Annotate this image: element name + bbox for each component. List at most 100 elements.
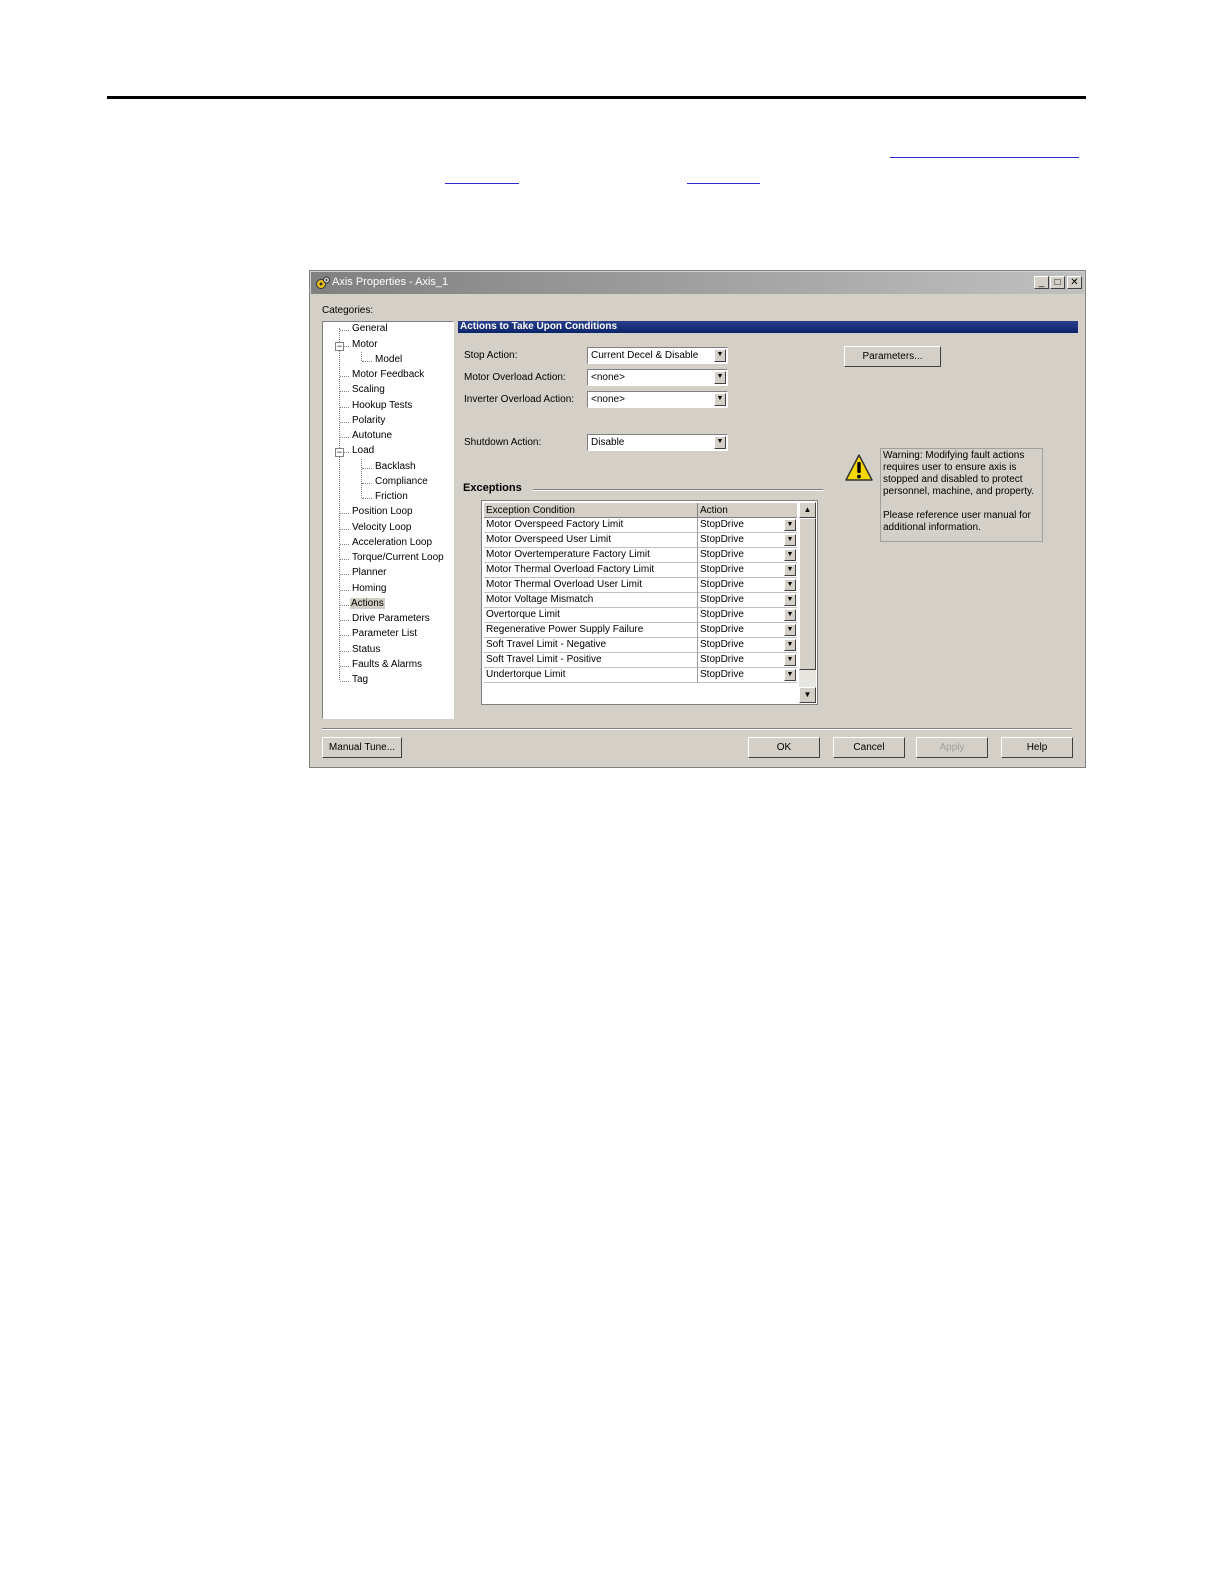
categories-tree[interactable]: − − General Motor Model Motor Feedback S… (322, 321, 454, 719)
tree-line (339, 328, 340, 680)
exception-condition: Motor Voltage Mismatch (486, 594, 594, 605)
table-row[interactable]: Motor Overtemperature Factory Limit Stop… (484, 548, 797, 563)
exception-action[interactable]: StopDrive (700, 549, 744, 560)
tree-item-model[interactable]: Model (375, 354, 402, 365)
tree-item-faults-alarms[interactable]: Faults & Alarms (352, 659, 422, 670)
manual-tune-button[interactable]: Manual Tune... (322, 737, 402, 758)
tree-item-velocity-loop[interactable]: Velocity Loop (352, 522, 412, 533)
shutdown-action-select[interactable]: Disable ▼ (587, 434, 728, 451)
exception-action[interactable]: StopDrive (700, 594, 744, 605)
dropdown-arrow-icon[interactable]: ▼ (784, 564, 796, 576)
tree-item-hookup-tests[interactable]: Hookup Tests (352, 400, 412, 411)
dropdown-arrow-icon[interactable]: ▼ (784, 624, 796, 636)
exception-action[interactable]: StopDrive (700, 519, 744, 530)
dropdown-arrow-icon[interactable]: ▼ (714, 371, 726, 384)
cancel-button[interactable]: Cancel (833, 737, 905, 758)
dropdown-arrow-icon[interactable]: ▼ (784, 609, 796, 621)
dropdown-arrow-icon[interactable]: ▼ (784, 669, 796, 681)
tree-item-actions[interactable]: Actions (350, 598, 385, 609)
dropdown-arrow-icon[interactable]: ▼ (714, 393, 726, 406)
tree-item-scaling[interactable]: Scaling (352, 384, 385, 395)
exception-condition: Motor Overtemperature Factory Limit (486, 549, 650, 560)
tree-item-parameter-list[interactable]: Parameter List (352, 628, 417, 639)
tree-item-polarity[interactable]: Polarity (352, 415, 385, 426)
hyperlink-underline[interactable] (687, 183, 760, 184)
exception-condition: Motor Thermal Overload Factory Limit (486, 564, 655, 575)
tree-item-friction[interactable]: Friction (375, 491, 408, 502)
tree-item-position-loop[interactable]: Position Loop (352, 506, 413, 517)
grid-header: Exception Condition Action (484, 503, 797, 518)
exception-action[interactable]: StopDrive (700, 669, 744, 680)
scroll-up-icon[interactable]: ▲ (799, 502, 816, 518)
inverter-overload-select[interactable]: <none> ▼ (587, 391, 728, 408)
table-row[interactable]: Motor Overspeed User Limit StopDrive ▼ (484, 533, 797, 548)
table-row[interactable]: Undertorque Limit StopDrive ▼ (484, 668, 797, 683)
button-separator (322, 728, 1072, 730)
hyperlink-underline[interactable] (445, 183, 519, 184)
tree-item-autotune[interactable]: Autotune (352, 430, 392, 441)
exception-action[interactable]: StopDrive (700, 564, 744, 575)
tree-item-general[interactable]: General (352, 323, 388, 334)
dialog-title: Axis Properties - Axis_1 (332, 276, 449, 288)
dropdown-arrow-icon[interactable]: ▼ (784, 549, 796, 561)
tree-item-load[interactable]: Load (352, 445, 374, 456)
table-row[interactable]: Overtorque Limit StopDrive ▼ (484, 608, 797, 623)
hyperlink-underline[interactable] (890, 157, 1079, 158)
exception-action[interactable]: StopDrive (700, 579, 744, 590)
scroll-down-icon[interactable]: ▼ (799, 687, 816, 703)
table-row[interactable]: Motor Voltage Mismatch StopDrive ▼ (484, 593, 797, 608)
stop-action-label: Stop Action: (464, 350, 518, 361)
exception-condition: Undertorque Limit (486, 669, 566, 680)
dropdown-arrow-icon[interactable]: ▼ (784, 579, 796, 591)
scroll-thumb[interactable] (799, 518, 816, 670)
table-row[interactable]: Regenerative Power Supply Failure StopDr… (484, 623, 797, 638)
tree-item-homing[interactable]: Homing (352, 583, 386, 594)
exception-action[interactable]: StopDrive (700, 624, 744, 635)
exception-action[interactable]: StopDrive (700, 534, 744, 545)
tree-item-acceleration-loop[interactable]: Acceleration Loop (352, 537, 432, 548)
tree-item-motor[interactable]: Motor (352, 339, 378, 350)
motor-overload-value: <none> (591, 372, 625, 383)
exceptions-grid[interactable]: Exception Condition Action Motor Overspe… (481, 500, 818, 705)
vertical-scrollbar[interactable]: ▲ ▼ (799, 502, 816, 703)
dropdown-arrow-icon[interactable]: ▼ (714, 349, 726, 362)
categories-label: Categories: (322, 305, 374, 316)
dropdown-arrow-icon[interactable]: ▼ (784, 639, 796, 651)
collapse-motor-icon[interactable]: − (335, 342, 344, 351)
inverter-overload-label: Inverter Overload Action: (464, 394, 575, 405)
tree-item-drive-parameters[interactable]: Drive Parameters (352, 613, 430, 624)
dropdown-arrow-icon[interactable]: ▼ (784, 534, 796, 546)
exception-action[interactable]: StopDrive (700, 609, 744, 620)
close-icon[interactable]: ✕ (1067, 276, 1082, 289)
parameters-button[interactable]: Parameters... (844, 346, 941, 367)
minimize-icon[interactable]: _ (1034, 276, 1049, 289)
table-row[interactable]: Soft Travel Limit - Negative StopDrive ▼ (484, 638, 797, 653)
shutdown-action-value: Disable (591, 437, 625, 448)
ok-button[interactable]: OK (748, 737, 820, 758)
collapse-load-icon[interactable]: − (335, 448, 344, 457)
motor-overload-select[interactable]: <none> ▼ (587, 369, 728, 386)
table-row[interactable]: Motor Thermal Overload User Limit StopDr… (484, 578, 797, 593)
help-button[interactable]: Help (1001, 737, 1073, 758)
dropdown-arrow-icon[interactable]: ▼ (714, 436, 726, 449)
table-row[interactable]: Soft Travel Limit - Positive StopDrive ▼ (484, 653, 797, 668)
exception-action[interactable]: StopDrive (700, 639, 744, 650)
tree-line (361, 352, 362, 361)
title-bar[interactable]: Axis Properties - Axis_1 _ □ ✕ (311, 272, 1084, 294)
tree-item-tag[interactable]: Tag (352, 674, 368, 685)
tree-item-motor-feedback[interactable]: Motor Feedback (352, 369, 424, 380)
stop-action-select[interactable]: Current Decel & Disable ▼ (587, 347, 728, 364)
dropdown-arrow-icon[interactable]: ▼ (784, 654, 796, 666)
maximize-icon[interactable]: □ (1050, 276, 1065, 289)
exception-action[interactable]: StopDrive (700, 654, 744, 665)
tree-item-planner[interactable]: Planner (352, 567, 386, 578)
dropdown-arrow-icon[interactable]: ▼ (784, 594, 796, 606)
table-row[interactable]: Motor Thermal Overload Factory Limit Sto… (484, 563, 797, 578)
table-row[interactable]: Motor Overspeed Factory Limit StopDrive … (484, 518, 797, 533)
apply-button[interactable]: Apply (916, 737, 988, 758)
tree-item-compliance[interactable]: Compliance (375, 476, 428, 487)
tree-item-backlash[interactable]: Backlash (375, 461, 416, 472)
tree-item-status[interactable]: Status (352, 644, 380, 655)
tree-item-torque-current-loop[interactable]: Torque/Current Loop (352, 552, 444, 563)
dropdown-arrow-icon[interactable]: ▼ (784, 519, 796, 531)
